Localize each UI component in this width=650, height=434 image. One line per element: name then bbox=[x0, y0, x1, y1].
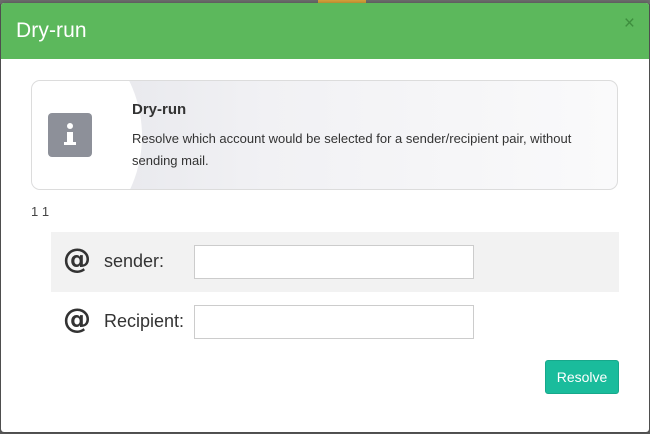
modal-header: Dry-run × bbox=[1, 3, 649, 59]
at-icon: @ bbox=[63, 242, 91, 275]
modal-title: Dry-run bbox=[16, 19, 87, 42]
at-icon: @ bbox=[63, 302, 91, 335]
recipient-label: Recipient: bbox=[104, 311, 185, 331]
recipient-input[interactable] bbox=[194, 305, 474, 339]
dry-run-modal: Dry-run × Dry-run Resolve which account … bbox=[1, 3, 649, 432]
sender-input[interactable] bbox=[194, 245, 474, 279]
sender-label: sender: bbox=[104, 251, 165, 271]
info-icon bbox=[48, 113, 92, 157]
info-callout: Dry-run Resolve which account would be s… bbox=[31, 80, 618, 190]
recipient-row: @ Recipient: bbox=[51, 292, 619, 352]
sender-row: @ sender: bbox=[51, 232, 619, 292]
callout-title: Dry-run bbox=[132, 101, 187, 118]
resolve-button[interactable]: Resolve bbox=[545, 360, 619, 394]
callout-text: Resolve which account would be selected … bbox=[132, 131, 572, 168]
close-icon[interactable]: × bbox=[624, 14, 635, 33]
counter-text: 1 1 bbox=[31, 204, 50, 219]
